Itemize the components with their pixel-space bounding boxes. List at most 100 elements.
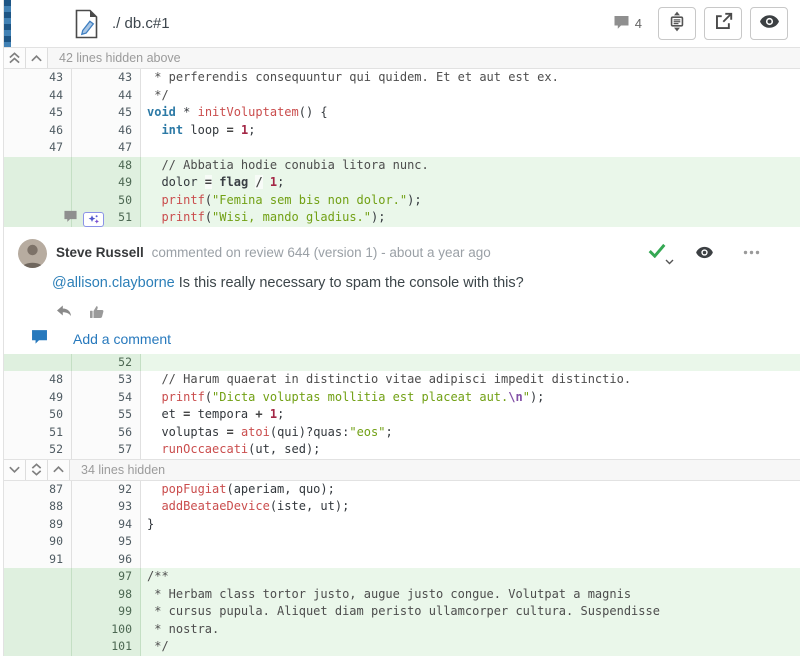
add-comment-button[interactable]: Add a comment — [30, 331, 786, 348]
line-comment-flag-icon[interactable] — [63, 210, 78, 229]
right-line-number[interactable]: 57 — [72, 441, 141, 459]
right-line-number[interactable]: 101 — [72, 638, 141, 656]
code-line: /** — [141, 568, 800, 586]
comment-header-actions — [648, 239, 786, 263]
thumbs-up-button[interactable] — [89, 304, 105, 319]
code-line: * nostra. — [141, 621, 800, 639]
avatar[interactable] — [18, 239, 47, 268]
right-line-number[interactable]: 53 — [72, 371, 141, 389]
code-row: 4747 — [4, 139, 800, 157]
comment-body: @allison.clayborne Is this really necess… — [52, 275, 786, 294]
left-line-number[interactable]: 88 — [4, 498, 72, 516]
ai-sparkle-badge[interactable] — [83, 212, 104, 227]
code-line: addBeataeDevice(iste, ut); — [141, 498, 800, 516]
hidden-lines-label: 34 lines hidden — [70, 463, 165, 477]
code-line: * Herbam class tortor justo, augue justo… — [141, 586, 800, 604]
right-line-number[interactable]: 92 — [72, 481, 141, 499]
left-line-number[interactable]: 51 — [4, 424, 72, 442]
left-line-number[interactable]: 52 — [4, 441, 72, 459]
right-line-number[interactable]: 100 — [72, 621, 141, 639]
right-line-number[interactable]: 94 — [72, 516, 141, 534]
right-line-number[interactable]: 98 — [72, 586, 141, 604]
left-line-number[interactable]: 49 — [4, 389, 72, 407]
open-in-new-window-button[interactable] — [704, 7, 742, 40]
left-line-number[interactable] — [4, 209, 72, 227]
code-line: // Harum quaerat in distinctio vitae adi… — [141, 371, 800, 389]
chevron-up-expand-button[interactable] — [48, 460, 70, 480]
left-line-number[interactable]: 87 — [4, 481, 72, 499]
code-row: 4954 printf("Dicta voluptas mollitia est… — [4, 389, 800, 407]
left-line-number[interactable]: 45 — [4, 104, 72, 122]
left-line-number[interactable]: 47 — [4, 139, 72, 157]
left-line-number[interactable] — [4, 192, 72, 210]
right-line-number[interactable]: 50 — [72, 192, 141, 210]
right-line-number[interactable]: 97 — [72, 568, 141, 586]
mention-link[interactable]: @allison.clayborne — [52, 275, 175, 291]
more-options-button[interactable] — [743, 250, 760, 255]
line-comment-flags — [63, 210, 104, 229]
resolve-dropdown[interactable] — [648, 243, 666, 263]
right-line-number[interactable]: 52 — [72, 354, 141, 372]
toggle-visibility-button[interactable] — [750, 7, 788, 40]
right-line-number[interactable]: 44 — [72, 87, 141, 105]
right-line-number[interactable]: 55 — [72, 406, 141, 424]
left-line-number[interactable]: 48 — [4, 371, 72, 389]
code-line: runOccaecati(ut, sed); — [141, 441, 800, 459]
left-line-number[interactable] — [4, 354, 72, 372]
left-line-number[interactable]: 44 — [4, 87, 72, 105]
left-line-number[interactable] — [4, 621, 72, 639]
chevron-down-expand-button[interactable] — [4, 460, 26, 480]
left-line-number[interactable] — [4, 157, 72, 175]
code-row: 9095 — [4, 533, 800, 551]
code-row: 49 dolor = flag / 1; — [4, 174, 800, 192]
right-line-number[interactable]: 96 — [72, 551, 141, 569]
right-line-number[interactable]: 49 — [72, 174, 141, 192]
add-comment-label: Add a comment — [73, 331, 171, 347]
left-line-number[interactable] — [4, 638, 72, 656]
left-line-number[interactable]: 43 — [4, 69, 72, 87]
code-line: */ — [141, 638, 800, 656]
left-line-number[interactable] — [4, 603, 72, 621]
comment-count-value: 4 — [635, 16, 642, 31]
double-chevron-up-expand-button[interactable] — [4, 48, 26, 68]
code-line — [141, 139, 800, 157]
left-line-number[interactable]: 90 — [4, 533, 72, 551]
file-edit-icon — [74, 9, 99, 39]
left-line-number[interactable] — [4, 174, 72, 192]
code-line: printf("Dicta voluptas mollitia est plac… — [141, 389, 800, 407]
right-line-number[interactable]: 99 — [72, 603, 141, 621]
code-line: * perferendis consequuntur qui quidem. E… — [141, 69, 800, 87]
left-line-number[interactable]: 50 — [4, 406, 72, 424]
code-line: int loop = 1; — [141, 122, 800, 140]
comment-bubble-icon — [613, 15, 630, 33]
right-line-number[interactable]: 93 — [72, 498, 141, 516]
code-line: // Abbatia hodie conubia litora nunc. — [141, 157, 800, 175]
expand-both-expand-button[interactable] — [26, 460, 48, 480]
comment-visibility-button[interactable] — [695, 246, 714, 259]
file-header: ./ db.c#1 4 — [4, 0, 800, 47]
file-comment-count[interactable]: 4 — [613, 15, 642, 33]
right-line-number[interactable]: 95 — [72, 533, 141, 551]
right-line-number[interactable]: 54 — [72, 389, 141, 407]
right-line-number[interactable]: 46 — [72, 122, 141, 140]
file-header-actions: 4 — [613, 7, 800, 40]
left-line-number[interactable]: 89 — [4, 516, 72, 534]
left-line-number[interactable]: 91 — [4, 551, 72, 569]
code-row: 51 printf("Wisi, mando gladius."); — [4, 209, 800, 227]
right-line-number[interactable]: 47 — [72, 139, 141, 157]
comment-meta: commented on review 644 (version 1) - ab… — [152, 245, 491, 260]
right-line-number[interactable]: 45 — [72, 104, 141, 122]
right-line-number[interactable]: 48 — [72, 157, 141, 175]
left-line-number[interactable] — [4, 568, 72, 586]
chevron-up-expand-button[interactable] — [26, 48, 48, 68]
diff-chunk-1: 42 lines hidden above4343 * perferendis … — [4, 47, 800, 227]
right-line-number[interactable]: 43 — [72, 69, 141, 87]
comment-author: Steve Russell — [56, 245, 144, 260]
right-line-number[interactable]: 56 — [72, 424, 141, 442]
reply-button[interactable] — [56, 305, 72, 318]
code-row: 4343 * perferendis consequuntur qui quid… — [4, 69, 800, 87]
expand-collapse-file-button[interactable] — [658, 7, 696, 40]
left-line-number[interactable] — [4, 586, 72, 604]
left-line-number[interactable]: 46 — [4, 122, 72, 140]
code-row: 97/** — [4, 568, 800, 586]
